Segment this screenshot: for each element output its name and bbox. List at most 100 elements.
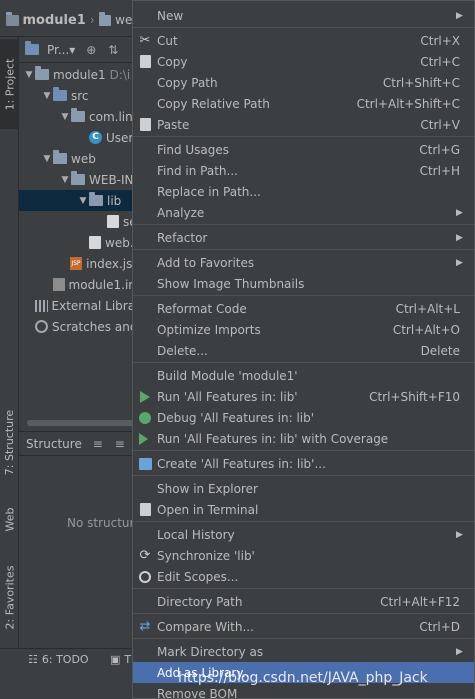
menu-item-show-in-explorer[interactable]: Show in Explorer: [133, 478, 474, 499]
menu-item-add-to-favorites[interactable]: Add to Favorites ▶: [133, 252, 474, 273]
tab-favorites[interactable]: 2: Favorites: [0, 552, 19, 642]
menu-item-debug-all-features-in-lib[interactable]: Debug 'All Features in: lib': [133, 407, 474, 428]
menu-item-shortcut: Ctrl+Shift+C: [382, 75, 460, 90]
menu-item-paste[interactable]: Paste Ctrl+V: [133, 114, 474, 135]
tree-item[interactable]: External Librar: [19, 295, 140, 316]
menu-item-analyze[interactable]: Analyze ▶: [133, 202, 474, 223]
collapse-icon[interactable]: ⇅: [107, 44, 119, 56]
menu-item-new[interactable]: New ▶: [133, 5, 474, 26]
menu-item-synchronize-lib[interactable]: ⟳ Synchronize 'lib': [133, 545, 474, 566]
menu-item-find-usages[interactable]: Find Usages Ctrl+G: [133, 139, 474, 160]
tab-terminal[interactable]: ▣ T: [110, 653, 131, 666]
tree-item[interactable]: C User: [19, 127, 140, 148]
tree-item-label: User: [106, 130, 134, 145]
tree-item-label: module1.im: [68, 277, 140, 292]
menu-item-delete[interactable]: Delete... Delete: [133, 340, 474, 361]
folder-icon: [53, 150, 67, 164]
menu-item-open-in-terminal[interactable]: Open in Terminal: [133, 499, 474, 520]
locate-icon[interactable]: ⊕: [85, 44, 97, 56]
menu-item-reformat-code[interactable]: Reformat Code Ctrl+Alt+L: [133, 298, 474, 319]
menu-icon-slot: [133, 55, 157, 68]
menu-item-label: Show in Explorer: [157, 481, 258, 496]
menu-item-copy-relative-path[interactable]: Copy Relative Path Ctrl+Alt+Shift+C: [133, 93, 474, 114]
submenu-arrow-icon: ▶: [456, 257, 463, 268]
menu-item-optimize-imports[interactable]: Optimize Imports Ctrl+Alt+O: [133, 319, 474, 340]
tab-structure[interactable]: 7: Structure: [0, 397, 19, 487]
library-icon: [34, 299, 48, 312]
menu-separator: [133, 224, 474, 225]
expand-arrow-icon[interactable]: ▼: [41, 154, 53, 164]
menu-item-shortcut: Ctrl+Alt+F12: [380, 594, 460, 609]
tree-item[interactable]: module1.im: [19, 274, 140, 295]
menu-item-label: Add to Favorites: [157, 255, 255, 270]
breadcrumb: module1 › web: [0, 4, 140, 37]
iml-file-icon: [52, 278, 65, 291]
menu-item-find-in-path[interactable]: Find in Path... Ctrl+H: [133, 160, 474, 181]
tab-project[interactable]: 1: Project: [0, 39, 19, 129]
menu-item-directory-path[interactable]: Directory Path Ctrl+Alt+F12: [133, 591, 474, 612]
folder-icon: [71, 171, 85, 185]
jsp-file-icon: JSP: [69, 257, 83, 270]
expand-arrow-icon[interactable]: ▼: [59, 175, 71, 185]
module-folder-icon: [6, 11, 19, 26]
menu-item-shortcut: Ctrl+Alt+Shift+C: [356, 96, 460, 111]
menu-icon-slot: ⇄: [133, 619, 157, 634]
menu-item-cut[interactable]: ✂ Cut Ctrl+X: [133, 30, 474, 51]
horizontal-scrollbar[interactable]: [27, 420, 137, 426]
tree-item[interactable]: ▼ com.link: [19, 106, 140, 127]
tree-item[interactable]: JSP index.jsp: [19, 253, 140, 274]
project-view-selector[interactable]: Pr...▾: [47, 43, 75, 57]
breadcrumb-project[interactable]: module1: [23, 13, 86, 28]
menu-item-label: Run 'All Features in: lib': [157, 389, 298, 404]
menu-item-replace-in-path[interactable]: Replace in Path...: [133, 181, 474, 202]
menu-item-refactor[interactable]: Refactor ▶: [133, 227, 474, 248]
menu-item-copy-path[interactable]: Copy Path Ctrl+Shift+C: [133, 72, 474, 93]
tree-item[interactable]: ▼ src: [19, 85, 140, 106]
menu-item-copy[interactable]: Copy Ctrl+C: [133, 51, 474, 72]
tree-item[interactable]: web.: [19, 232, 140, 253]
tab-web[interactable]: Web: [0, 492, 19, 547]
menu-item-show-image-thumbnails[interactable]: Show Image Thumbnails: [133, 273, 474, 294]
sort-icon[interactable]: ≡: [92, 438, 104, 450]
menu-item-run-all-features-in-lib-with-coverage[interactable]: Run 'All Features in: lib' with Coverage: [133, 428, 474, 449]
tree-item[interactable]: ▼ WEB-IN: [19, 169, 140, 190]
tree-item-label: Scratches and: [52, 319, 138, 334]
expand-arrow-icon[interactable]: ▼: [59, 112, 71, 122]
tree-item-label: web.: [105, 235, 134, 250]
settings-icon[interactable]: ≡: [114, 438, 126, 450]
tree-item[interactable]: ▼ lib: [19, 190, 140, 211]
menu-icon-slot: [133, 570, 157, 583]
expand-arrow-icon[interactable]: ▼: [23, 70, 35, 80]
menu-item-shortcut: Ctrl+D: [419, 619, 460, 634]
menu-item-compare-with[interactable]: ⇄ Compare With... Ctrl+D: [133, 616, 474, 637]
todo-icon: ☷: [28, 653, 38, 666]
menu-item-mark-directory-as[interactable]: Mark Directory as ▶: [133, 641, 474, 662]
menu-item-run-all-features-in-lib[interactable]: Run 'All Features in: lib' Ctrl+Shift+F10: [133, 386, 474, 407]
terminal-icon: ▣: [110, 653, 121, 666]
expand-arrow-icon[interactable]: ▼: [41, 91, 53, 101]
left-tool-strip: 1: Project 7: Structure Web 2: Favorites: [0, 37, 19, 699]
tree-item-label: External Librar: [51, 298, 140, 313]
tab-todo[interactable]: ☷ 6: TODO: [28, 653, 89, 666]
terminal-icon: [139, 503, 151, 516]
menu-item-label: Reformat Code: [157, 301, 247, 316]
compare-icon: ⇄: [139, 619, 151, 634]
folder-icon: [98, 11, 112, 26]
java-class-icon: C: [89, 131, 102, 144]
tree-item[interactable]: se: [19, 211, 140, 232]
menu-separator: [133, 362, 474, 363]
tree-item[interactable]: ▼ web: [19, 148, 140, 169]
menu-item-create-all-features-in-lib[interactable]: Create 'All Features in: lib'...: [133, 453, 474, 474]
menu-item-build-module-module1[interactable]: Build Module 'module1': [133, 365, 474, 386]
tree-item[interactable]: ▼ module1 D:\i: [19, 64, 140, 85]
menu-icon-slot: [133, 411, 157, 424]
menu-item-label: Build Module 'module1': [157, 368, 298, 383]
tree-item[interactable]: Scratches and: [19, 316, 140, 337]
menu-item-edit-scopes[interactable]: Edit Scopes...: [133, 566, 474, 587]
tree-item-label: web: [71, 151, 96, 166]
expand-arrow-icon[interactable]: ▼: [77, 196, 89, 206]
breadcrumb-separator: ›: [89, 13, 95, 27]
file-icon: [107, 215, 119, 228]
menu-separator: [133, 27, 474, 28]
menu-item-local-history[interactable]: Local History ▶: [133, 524, 474, 545]
